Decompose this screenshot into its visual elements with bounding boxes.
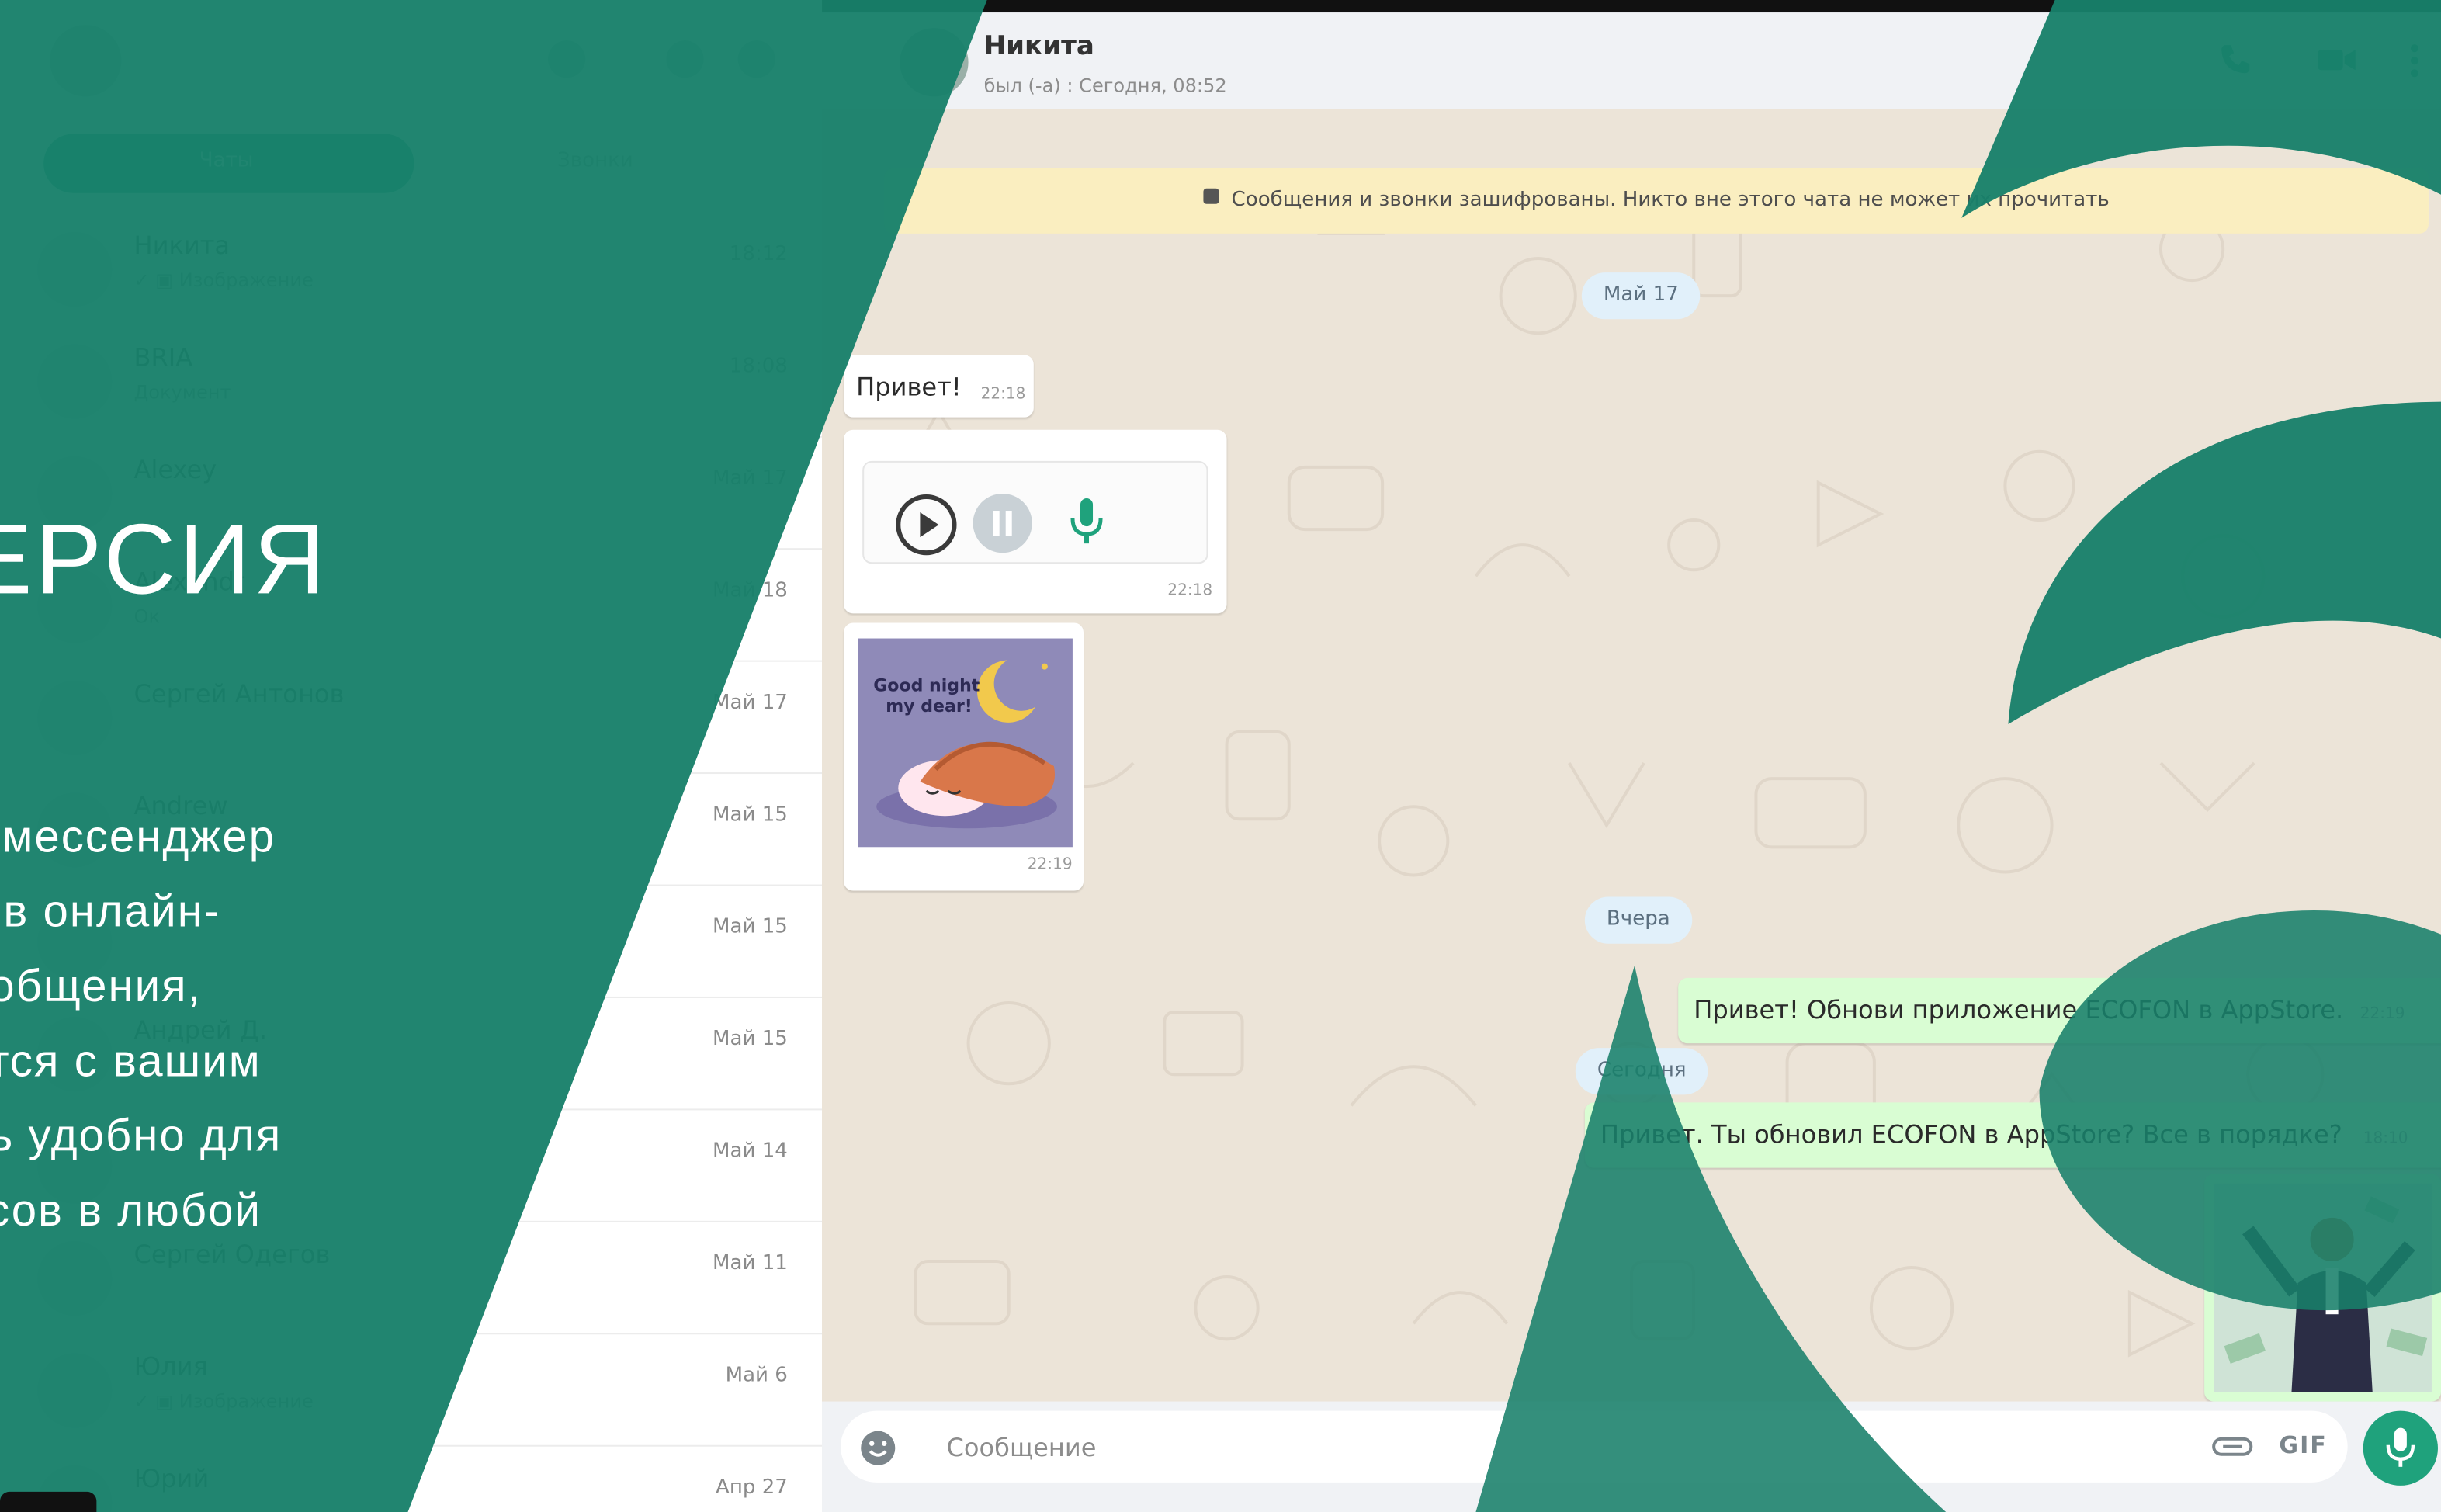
avatar [37,1240,113,1316]
promo-text-line: отся с вашим [0,1037,262,1087]
contact-name: Сергей Одегов [133,1239,331,1270]
encryption-notice: Сообщения и звонки зашифрованы. Никто вн… [884,168,2429,234]
sticker-message[interactable]: Good night my dear! 22:19 [844,622,1084,891]
more-options-icon[interactable] [2407,40,2422,81]
date-separator: Май 17 [1581,272,1701,320]
message-text: Привет. Ты обновил ECOFON в AppStore? Вс… [1600,1119,2342,1150]
tab-chats-label: Чаты [199,149,254,173]
date-separator: Сегодня [1575,1048,1708,1095]
promo-text-line: е в онлайн- [0,887,221,938]
message-input[interactable]: Сообщение GIF [841,1410,2348,1483]
corner-tab [0,1491,97,1512]
gif-button[interactable]: GIF [2279,1431,2327,1459]
outgoing-image-message[interactable] [2204,1174,2441,1402]
message-text: Привет! [856,372,962,402]
avatar [37,231,113,307]
sticker-text-2: my dear! [886,697,973,716]
last-message-date: Май 14 [713,1139,788,1163]
message-time: 22:19 [1027,856,1073,874]
voice-record-button[interactable] [2363,1410,2438,1486]
gear-icon[interactable] [737,40,775,78]
chat-list-item[interactable]: Сергей Антонов Май 17 [0,661,823,775]
last-message-date: Май 6 [725,1364,788,1388]
chat-panel: Никита был (-а) : Сегодня, 08:52 Сообщен… [822,0,2441,1512]
outgoing-message[interactable]: Привет. Ты обновил ECOFON в AppStore? Вс… [1584,1102,2441,1168]
date-separator: Вчера [1584,896,1692,944]
contact-name: Alexey [133,454,217,484]
lock-icon [1203,188,1219,204]
avatar [37,680,113,755]
last-message-date: Май 11 [713,1251,788,1276]
message-time: 22:18 [980,386,1026,404]
contacts-icon[interactable] [666,40,704,78]
contact-name: Никита [133,230,231,261]
promo-text-line: ь мессенджер [0,813,276,863]
last-message-date: 18:12 [729,242,788,267]
last-message-date: Май 15 [713,1028,788,1052]
last-message-date: Май 17 [713,466,788,491]
last-message-date: Май 15 [713,915,788,939]
video-call-icon[interactable] [2317,40,2357,78]
chat-header: Никита был (-а) : Сегодня, 08:52 [822,0,2441,109]
emoji-icon[interactable] [859,1430,896,1467]
chat-list-item[interactable]: Юлия ✓ ▣ Изображение Май 6 [0,1333,823,1447]
chat-list-item[interactable]: BRIA Документ 18:08 [0,324,823,438]
last-message-preview: ✓ ▣ Изображение [133,1390,314,1413]
message-text: Привет! Обнови приложение ECOFON в AppSt… [1694,994,2344,1025]
last-message-date: Май 17 [713,691,788,715]
pause-icon[interactable] [972,492,1034,554]
message-time: 22:19 [2360,1005,2405,1024]
chat-list-item[interactable]: Никита ✓ ▣ Изображение 18:12 [0,212,823,326]
last-message-date: Апр 27 [715,1476,788,1500]
last-message-date: Май 18 [713,579,788,603]
encryption-notice-text: Сообщения и звонки зашифрованы. Никто вн… [1231,188,2110,212]
sidebar-header [0,0,823,122]
chat-list-sidebar: Чаты Звонки Никита ✓ ▣ Изображение 18:12… [0,0,824,1512]
contact-name: Юлия [133,1351,208,1382]
contact-avatar[interactable] [900,28,969,97]
contact-name: Сергей Антонов [133,678,345,709]
message-time: 22:18 [1167,582,1213,600]
sticker-text-1: Good night [873,677,980,696]
tab-calls[interactable]: Звонки [557,150,633,173]
window-top-bar [822,0,2441,13]
phone-icon[interactable] [2217,40,2254,78]
photo-thumbnail [2214,1183,2432,1392]
app-screenshot: Чаты Звонки Никита ✓ ▣ Изображение 18:12… [0,0,2441,1512]
attachment-icon[interactable] [2210,1433,2254,1461]
last-message-date: 18:08 [729,355,788,379]
last-message-preview: ✓ ▣ Изображение [133,269,314,292]
message-time: 18:10 [2363,1130,2408,1148]
last-seen-status: был (-а) : Сегодня, 08:52 [983,75,1227,97]
contact-name[interactable]: Никита [984,31,1094,62]
contact-name: BRIA [133,342,193,373]
user-avatar[interactable] [50,25,122,97]
last-message-preview: Документ [133,381,231,404]
microphone-icon [2386,1427,2415,1467]
avatar [37,344,113,419]
voice-message[interactable]: 22:18 [844,429,1227,614]
message-placeholder: Сообщение [946,1432,1097,1462]
globe-icon[interactable] [548,40,586,78]
promo-title: ЕРСИЯ [0,502,329,616]
incoming-message[interactable]: Привет! 22:18 [844,355,1034,418]
outgoing-message[interactable]: Привет! Обнови приложение ECOFON в AppSt… [1678,977,2441,1044]
last-message-date: Май 15 [713,803,788,827]
chat-list-item[interactable]: Юрий Апр 27 [0,1445,822,1512]
sticker-image: Good night my dear! [858,638,1073,848]
avatar [37,1353,113,1428]
sidebar-tabs: Чаты Звонки [0,128,822,199]
promo-text-line: нь удобно для [0,1111,283,1162]
message-composer: Сообщение GIF [822,1401,2441,1512]
contact-name: Юрий [133,1463,210,1493]
play-icon[interactable] [893,492,959,557]
microphone-icon [1070,498,1103,544]
promo-text-line: ообщения, [0,962,202,1013]
promo-text-line: ссов в любой [0,1186,262,1236]
